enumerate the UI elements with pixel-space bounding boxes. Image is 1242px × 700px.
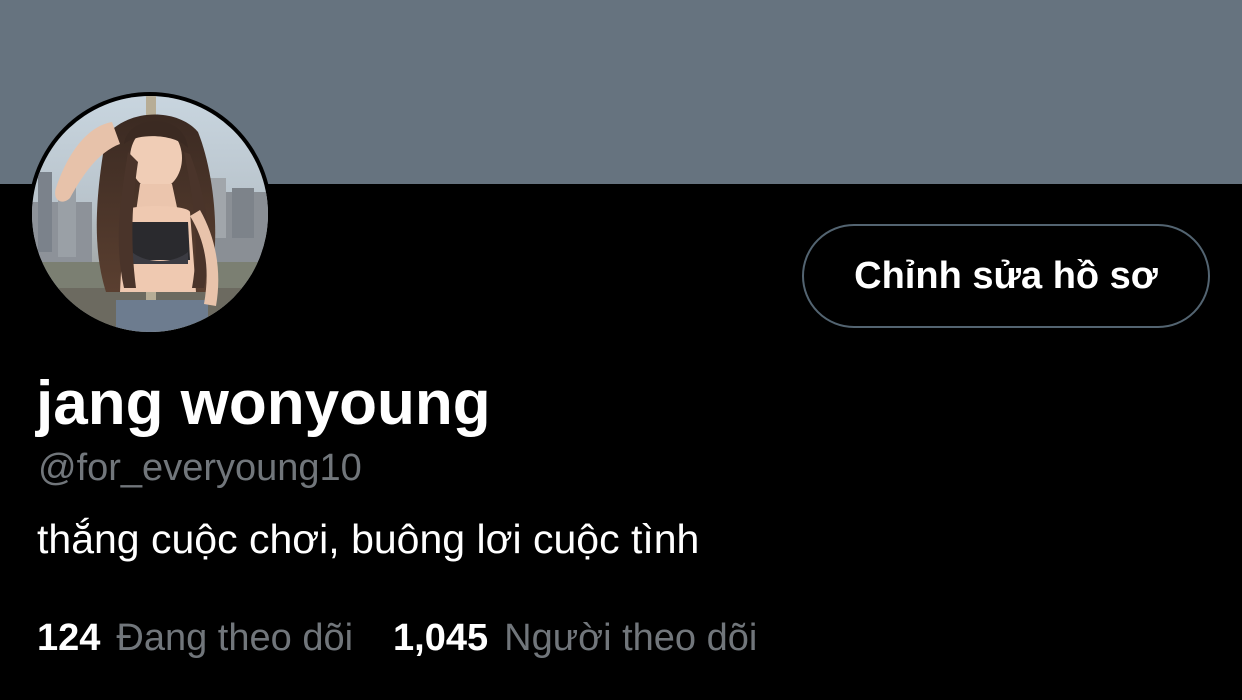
profile-page: Chỉnh sửa hồ sơ jang wonyoung @for_every…	[0, 0, 1242, 700]
following-stat[interactable]: 124 Đang theo dõi	[37, 614, 353, 662]
following-count: 124	[37, 617, 101, 659]
profile-display-name: jang wonyoung	[36, 369, 491, 438]
profile-bio: thắng cuộc chơi, buông lơi cuộc tình	[37, 516, 700, 562]
edit-profile-button[interactable]: Chỉnh sửa hồ sơ	[802, 224, 1210, 328]
followers-count: 1,045	[393, 617, 489, 659]
profile-stats: 124 Đang theo dõi 1,045 Người theo dõi	[37, 614, 757, 662]
followers-label: Người theo dõi	[504, 617, 758, 659]
followers-stat[interactable]: 1,045 Người theo dõi	[393, 614, 757, 662]
following-label: Đang theo dõi	[116, 617, 354, 659]
profile-handle: @for_everyoung10	[38, 447, 362, 489]
profile-avatar[interactable]	[28, 92, 272, 336]
avatar-photo	[32, 96, 268, 332]
